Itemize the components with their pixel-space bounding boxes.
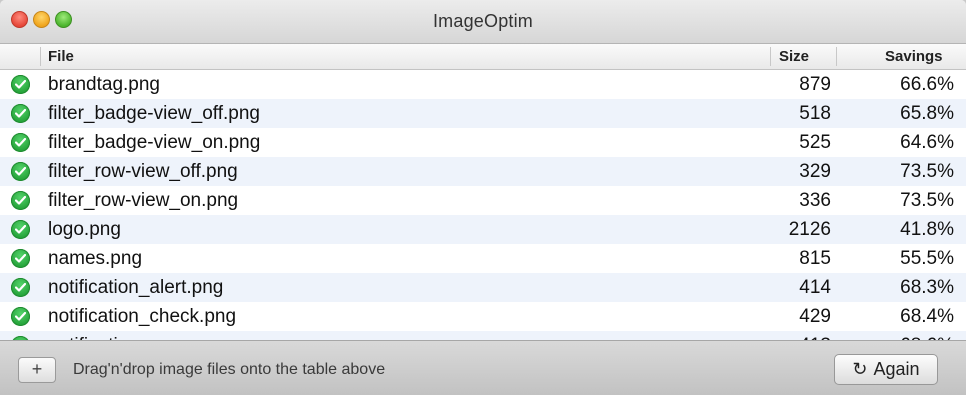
again-label: Again <box>873 359 920 379</box>
file-savings: 68.3% <box>900 277 954 298</box>
column-separator <box>836 47 837 66</box>
checkmark-icon <box>11 249 30 268</box>
window-title: ImageOptim <box>432 11 534 31</box>
file-size: 2126 <box>788 219 831 240</box>
file-name: names.png <box>48 248 143 269</box>
column-separator <box>770 47 771 66</box>
image-optim-window: ImageOptim File Size Savings brandtag.pn… <box>0 0 966 395</box>
checkmark-icon <box>11 133 30 152</box>
file-size: 414 <box>799 277 831 298</box>
file-name: notification_check.png <box>48 306 237 327</box>
file-size: 879 <box>799 74 831 95</box>
file-size: 429 <box>799 306 831 327</box>
file-name: logo.png <box>48 219 121 240</box>
drag-drop-hint: Drag'n'drop image files onto the table a… <box>73 361 386 378</box>
file-savings: 41.8% <box>900 219 954 240</box>
checkmark-icon <box>11 220 30 239</box>
file-savings: 68.4% <box>900 306 954 327</box>
file-name: brandtag.png <box>48 74 160 95</box>
file-savings: 66.6% <box>900 74 954 95</box>
table-row[interactable]: filter_row-view_on.png 336 73.5% <box>0 186 966 215</box>
refresh-icon: ↻ <box>852 359 868 379</box>
column-separator <box>40 47 41 66</box>
file-size: 518 <box>799 103 831 124</box>
checkmark-icon <box>11 104 30 123</box>
add-files-button[interactable]: + <box>18 357 56 383</box>
file-name: filter_row-view_off.png <box>48 161 238 182</box>
file-name: filter_badge-view_off.png <box>48 103 260 124</box>
table-header: File Size Savings <box>0 44 966 70</box>
table-row[interactable]: filter_badge-view_off.png 518 65.8% <box>0 99 966 128</box>
column-header-size[interactable]: Size <box>779 48 809 65</box>
bottom-bar: + Drag'n'drop image files onto the table… <box>0 340 966 395</box>
table-row[interactable]: notification_x.png41368.6% <box>0 331 966 340</box>
checkmark-icon <box>11 278 30 297</box>
file-table[interactable]: brandtag.png 879 66.6% filter_badge-view_of… <box>0 70 966 340</box>
file-size: 525 <box>799 132 831 153</box>
file-savings: 55.5% <box>900 248 954 269</box>
table-row[interactable]: brandtag.png 879 66.6% <box>0 70 966 99</box>
table-row[interactable]: logo.png 2126 41.8% <box>0 215 966 244</box>
checkmark-icon <box>11 162 30 181</box>
table-row[interactable]: names.png 815 55.5% <box>0 244 966 273</box>
file-size: 815 <box>799 248 831 269</box>
checkmark-icon <box>11 307 30 326</box>
file-size: 336 <box>799 190 831 211</box>
checkmark-icon <box>11 75 30 94</box>
table-row[interactable]: notification_alert.png 414 68.3% <box>0 273 966 302</box>
file-savings: 65.8% <box>900 103 954 124</box>
file-savings: 64.6% <box>900 132 954 153</box>
file-name: notification_alert.png <box>48 277 224 298</box>
file-savings: 73.5% <box>900 161 954 182</box>
table-row[interactable]: notification_check.png 429 68.4% <box>0 302 966 331</box>
table-row[interactable]: filter_badge-view_on.png 525 64.6% <box>0 128 966 157</box>
title-bar: ImageOptim <box>0 0 966 44</box>
checkmark-icon <box>11 191 30 210</box>
file-name: filter_row-view_on.png <box>48 190 239 211</box>
file-savings: 73.5% <box>900 190 954 211</box>
again-button[interactable]: ↻ Again <box>834 354 938 385</box>
file-name: filter_badge-view_on.png <box>48 132 261 153</box>
column-header-file[interactable]: File <box>48 48 74 65</box>
table-row[interactable]: filter_row-view_off.png 329 73.5% <box>0 157 966 186</box>
file-size: 329 <box>799 161 831 182</box>
column-header-savings[interactable]: Savings <box>885 48 943 65</box>
